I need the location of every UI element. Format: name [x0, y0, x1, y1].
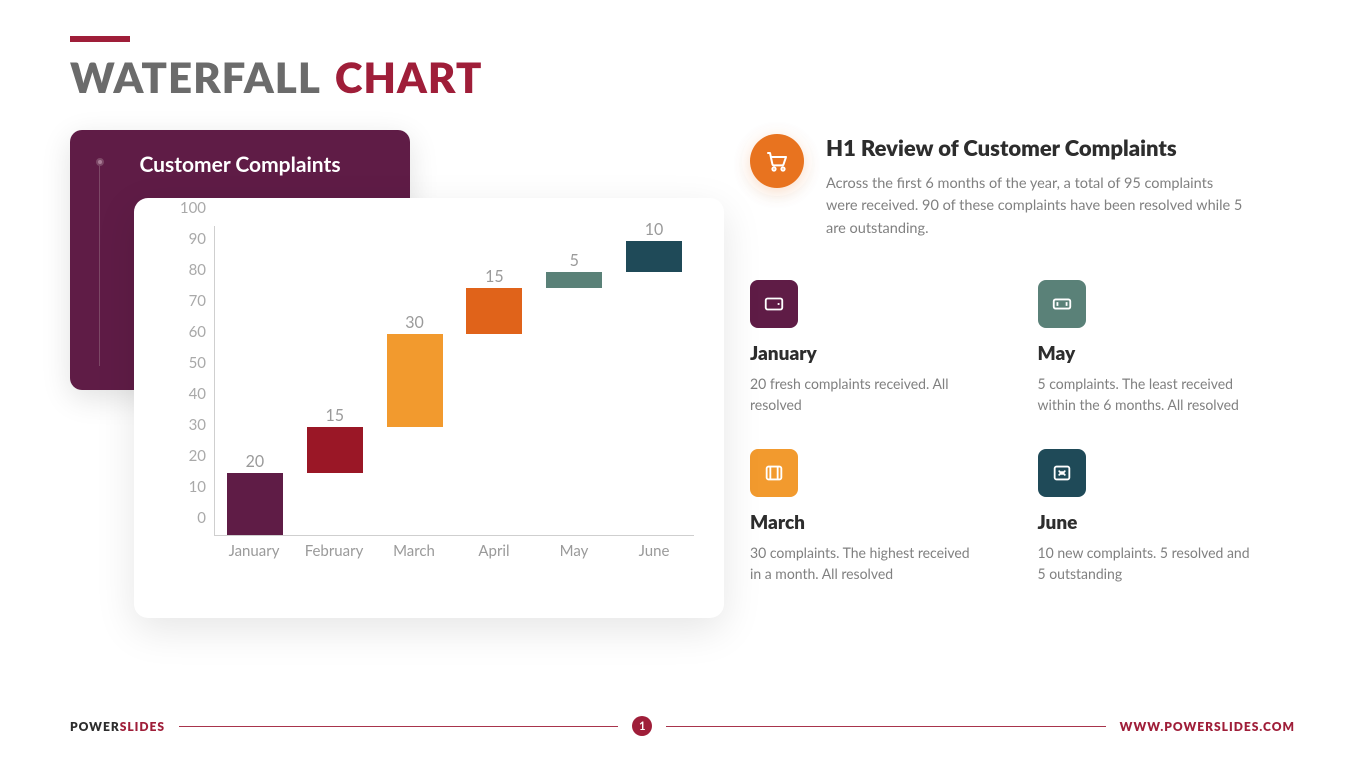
bar-column: 15 — [454, 226, 534, 535]
waterfall-bar — [546, 272, 602, 287]
brand-left-b: SLIDES — [120, 719, 165, 734]
bar-column: 20 — [215, 226, 295, 535]
item-title: May — [1038, 342, 1296, 365]
item-desc: 5 complaints. The least received within … — [1038, 373, 1258, 415]
item-title: June — [1038, 511, 1296, 534]
footer-line-right — [666, 726, 1105, 727]
waterfall-bar — [307, 427, 363, 473]
bar-value-label: 20 — [215, 452, 295, 471]
chart-panel: Customer Complaints 0 10 20 30 40 50 60 70 80 90 1… — [70, 130, 690, 620]
y-tick: 100 — [180, 199, 206, 217]
item-desc: 10 new complaints. 5 resolved and 5 outs… — [1038, 542, 1258, 584]
decorative-line — [99, 166, 100, 366]
bar-column: 30 — [375, 226, 455, 535]
y-tick: 40 — [189, 385, 206, 403]
item-icon — [750, 449, 798, 497]
bar-value-label: 5 — [534, 251, 614, 270]
x-tick-label: June — [614, 542, 694, 560]
chart-card: 0102030405060708090100 20153015510 Janua… — [134, 198, 724, 618]
cart-icon — [750, 134, 804, 188]
x-axis-labels: JanuaryFebruaryMarchAprilMayJune — [214, 542, 694, 560]
chart-plot-area: 0102030405060708090100 20153015510 — [154, 226, 694, 536]
footer-line-left — [179, 726, 618, 727]
x-tick-label: May — [534, 542, 614, 560]
y-tick: 20 — [189, 447, 206, 465]
plot-region: 20153015510 — [214, 226, 694, 536]
brand-left-a: POWER — [70, 719, 120, 734]
x-tick-label: February — [294, 542, 374, 560]
bar-column: 15 — [295, 226, 375, 535]
review-title: H1 Review of Customer Complaints — [826, 134, 1246, 161]
footer-url: WWW.POWERSLIDES.COM — [1120, 719, 1295, 734]
review-body: Across the first 6 months of the year, a… — [826, 173, 1246, 240]
right-panel: H1 Review of Customer Complaints Across … — [750, 130, 1295, 620]
y-axis: 0102030405060708090100 — [154, 226, 214, 536]
month-item: June 10 new complaints. 5 resolved and 5 … — [1038, 449, 1296, 584]
page-number-badge: 1 — [632, 716, 652, 736]
y-tick: 90 — [189, 230, 206, 248]
month-item: March 30 complaints. The highest received… — [750, 449, 1008, 584]
y-tick: 10 — [189, 478, 206, 496]
item-desc: 30 complaints. The highest received in a… — [750, 542, 970, 584]
month-items-grid: January 20 fresh complaints received. All… — [750, 280, 1295, 584]
waterfall-bar — [466, 288, 522, 334]
bar-column: 10 — [614, 226, 694, 535]
title-left: WATERFALL — [70, 52, 321, 102]
waterfall-bar — [227, 473, 283, 535]
y-tick: 60 — [189, 323, 206, 341]
item-title: March — [750, 511, 1008, 534]
footer: POWER SLIDES 1 WWW.POWERSLIDES.COM — [70, 715, 1295, 737]
x-tick-label: March — [374, 542, 454, 560]
y-tick: 70 — [189, 292, 206, 310]
bar-value-label: 15 — [454, 267, 534, 286]
bars-container: 20153015510 — [215, 226, 694, 535]
item-icon — [1038, 280, 1086, 328]
bar-value-label: 15 — [295, 406, 375, 425]
waterfall-bar — [626, 241, 682, 272]
item-icon — [750, 280, 798, 328]
y-tick: 50 — [189, 354, 206, 372]
page-title: WATERFALL CHART — [70, 52, 1295, 102]
waterfall-bar — [387, 334, 443, 427]
item-desc: 20 fresh complaints received. All resolv… — [750, 373, 970, 415]
bar-value-label: 30 — [375, 313, 455, 332]
bar-value-label: 10 — [614, 220, 694, 239]
bar-column: 5 — [534, 226, 614, 535]
x-tick-label: April — [454, 542, 534, 560]
item-title: January — [750, 342, 1008, 365]
item-icon — [1038, 449, 1086, 497]
month-item: January 20 fresh complaints received. All… — [750, 280, 1008, 415]
title-accent-bar — [70, 36, 130, 42]
x-tick-label: January — [214, 542, 294, 560]
y-tick: 80 — [189, 261, 206, 279]
y-tick: 0 — [197, 509, 206, 527]
chart-title: Customer Complaints — [70, 152, 410, 177]
title-right: CHART — [335, 52, 483, 102]
month-item: May 5 complaints. The least received with… — [1038, 280, 1296, 415]
y-tick: 30 — [189, 416, 206, 434]
decorative-dot — [96, 158, 104, 166]
